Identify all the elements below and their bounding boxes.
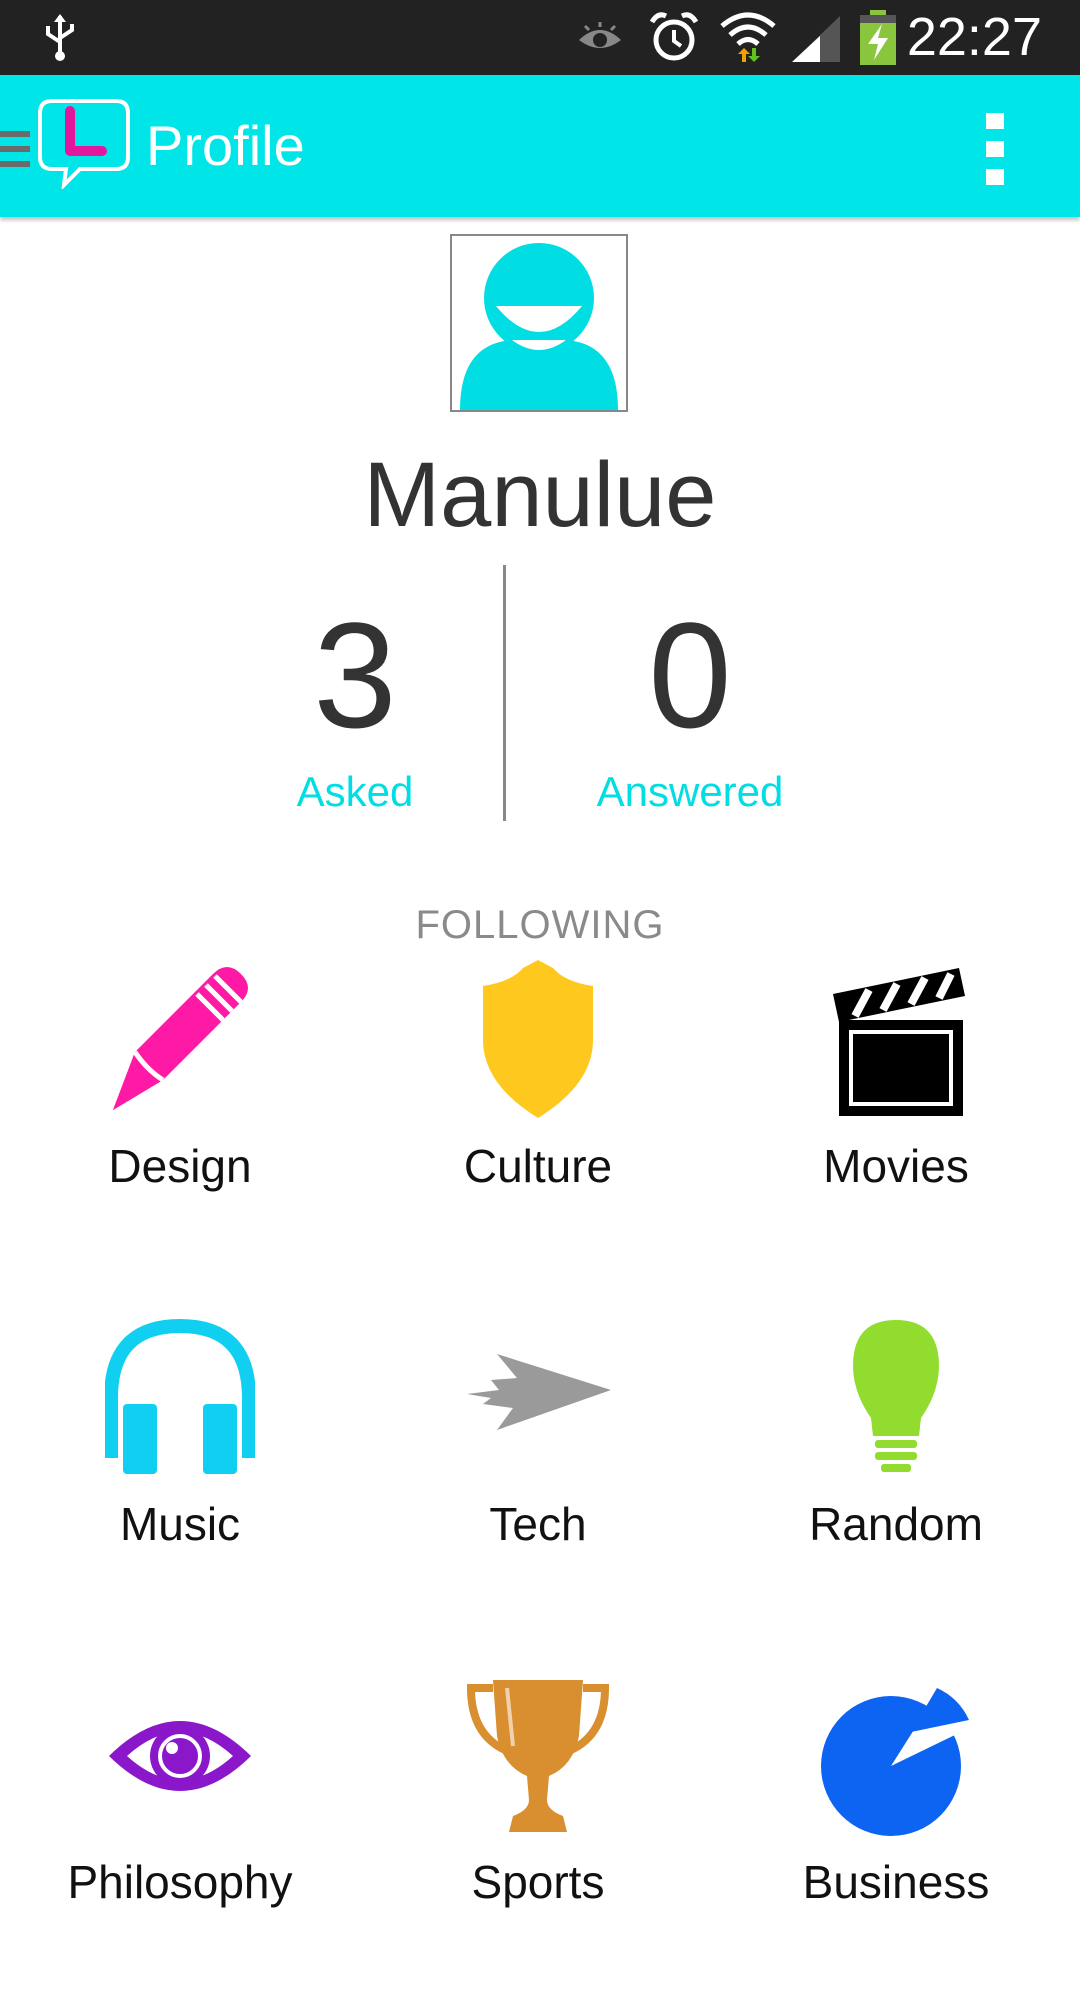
- category-label: Business: [802, 1856, 990, 1908]
- category-philosophy[interactable]: Philosophy: [0, 1676, 360, 2016]
- stats-divider: [503, 565, 506, 821]
- clapperboard-icon: [833, 968, 965, 1116]
- trophy-icon: [466, 1680, 610, 1832]
- overflow-menu-icon[interactable]: [984, 111, 1008, 187]
- pencil-icon: [113, 967, 248, 1110]
- category-label: Random: [809, 1498, 983, 1550]
- lightbulb-icon: [853, 1320, 939, 1472]
- answered-label: Answered: [596, 768, 784, 815]
- category-sports[interactable]: Sports: [358, 1676, 718, 2016]
- avatar[interactable]: [450, 234, 628, 412]
- user-avatar-icon: [460, 243, 618, 410]
- nav-drawer-icon[interactable]: [0, 127, 30, 171]
- category-label: Philosophy: [67, 1856, 293, 1908]
- page-title: Profile: [146, 114, 305, 177]
- jet-icon: [467, 1354, 611, 1430]
- asked-label: Asked: [296, 768, 414, 815]
- username: Manulue: [363, 444, 717, 546]
- eye-icon: [109, 1721, 251, 1791]
- category-culture[interactable]: Culture: [358, 960, 718, 1300]
- wifi-icon: [720, 12, 776, 62]
- category-label: Movies: [823, 1140, 969, 1192]
- battery-charging-icon: [860, 10, 896, 65]
- headphones-icon: [105, 1318, 255, 1474]
- status-bar: 22:27: [0, 0, 1080, 75]
- asked-stat[interactable]: 3 Asked: [205, 590, 505, 818]
- app-bar: Profile: [0, 75, 1080, 217]
- category-music[interactable]: Music: [0, 1318, 360, 1658]
- category-label: Culture: [463, 1140, 613, 1192]
- pie-chart-icon: [821, 1688, 969, 1836]
- usb-icon: [46, 14, 74, 61]
- category-label: Sports: [471, 1856, 605, 1908]
- asked-count: 3: [313, 591, 397, 759]
- shield-icon: [483, 960, 593, 1118]
- smart-stay-eye-icon: [579, 22, 621, 48]
- following-heading: FOLLOWING: [415, 903, 665, 947]
- app-logo-icon[interactable]: [36, 97, 132, 189]
- signal-icon: [792, 16, 840, 62]
- category-movies[interactable]: Movies: [716, 960, 1076, 1300]
- answered-stat[interactable]: 0 Answered: [540, 590, 840, 818]
- category-random[interactable]: Random: [716, 1318, 1076, 1658]
- status-time: 22:27: [906, 7, 1042, 67]
- category-business[interactable]: Business: [716, 1676, 1076, 2016]
- category-label: Tech: [489, 1498, 587, 1550]
- answered-count: 0: [648, 591, 732, 759]
- category-design[interactable]: Design: [0, 960, 360, 1300]
- alarm-icon: [649, 12, 699, 61]
- category-tech[interactable]: Tech: [358, 1318, 718, 1658]
- category-label: Design: [108, 1140, 252, 1192]
- category-label: Music: [119, 1498, 241, 1550]
